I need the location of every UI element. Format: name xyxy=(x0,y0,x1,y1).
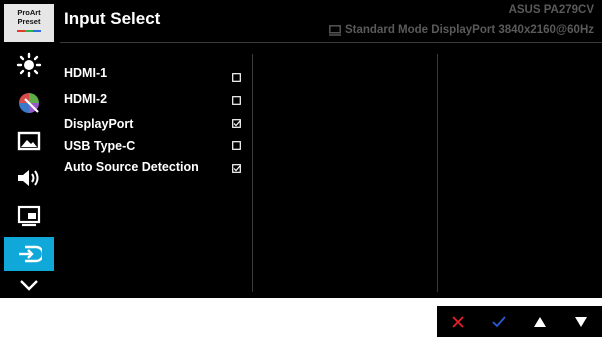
close-icon xyxy=(451,315,464,328)
sidebar-item-brightness[interactable] xyxy=(4,48,54,82)
status-line: Standard Mode DisplayPort 3840x2160@60Hz xyxy=(329,24,594,36)
option-label: HDMI-2 xyxy=(64,92,108,106)
option-hdmi-1[interactable]: HDMI-1 xyxy=(64,66,107,80)
header-divider xyxy=(60,42,602,43)
sidebar-item-input-select[interactable] xyxy=(4,237,54,271)
control-bar xyxy=(437,306,602,337)
down-button[interactable] xyxy=(560,306,601,337)
color-icon xyxy=(19,93,39,113)
pip-icon xyxy=(17,205,41,227)
option-displayport[interactable]: DisplayPort xyxy=(64,117,133,131)
osd-panel: ProArt Preset Input Select ASUS PA279CV … xyxy=(0,0,602,298)
checkbox-hdmi-2[interactable] xyxy=(232,96,241,105)
option-usb-type-c[interactable]: USB Type-C xyxy=(64,139,135,153)
preset-color-stripe xyxy=(17,30,41,32)
preset-label-line2: Preset xyxy=(17,17,41,26)
up-button[interactable] xyxy=(519,306,560,337)
preset-label-line1: ProArt xyxy=(17,8,41,17)
model-name: ASUS PA279CV xyxy=(508,4,594,16)
option-hdmi-2[interactable]: HDMI-2 xyxy=(64,92,107,106)
confirm-button[interactable] xyxy=(478,306,519,337)
triangle-up-icon xyxy=(533,316,546,327)
monitor-icon xyxy=(329,24,342,36)
input-select-icon xyxy=(19,245,42,263)
checkbox-displayport[interactable] xyxy=(232,119,241,128)
column-divider-1 xyxy=(252,54,253,292)
check-icon xyxy=(491,315,506,327)
image-icon xyxy=(17,131,41,151)
option-label: DisplayPort xyxy=(64,117,134,131)
column-divider-2 xyxy=(437,54,438,292)
option-auto-source-detection[interactable]: Auto Source Detection xyxy=(64,160,199,174)
triangle-down-icon xyxy=(574,316,587,327)
sidebar-item-sound[interactable] xyxy=(4,161,54,195)
sidebar-item-pip[interactable] xyxy=(4,199,54,233)
checkbox-auto-source-detection[interactable] xyxy=(232,164,241,173)
checkbox-hdmi-1[interactable] xyxy=(232,73,241,82)
checkbox-usb-type-c[interactable] xyxy=(232,141,241,150)
status-text: Standard Mode DisplayPort 3840x2160@60Hz xyxy=(345,24,594,36)
sidebar-item-image[interactable] xyxy=(4,124,54,158)
chevron-down-icon xyxy=(20,280,38,291)
option-label: USB Type-C xyxy=(64,139,136,153)
sidebar-item-color[interactable] xyxy=(4,86,54,120)
close-button[interactable] xyxy=(437,306,478,337)
proart-preset-tab[interactable]: ProArt Preset xyxy=(4,4,54,42)
sidebar: ProArt Preset xyxy=(0,0,58,298)
sound-icon xyxy=(18,170,39,186)
options-panel: HDMI-1 HDMI-2 DisplayPort USB Type-C Aut… xyxy=(60,44,602,298)
sidebar-scroll-down[interactable] xyxy=(4,272,54,298)
page-title: Input Select xyxy=(64,9,161,28)
option-label: HDMI-1 xyxy=(64,66,108,80)
header: Input Select ASUS PA279CV Standard Mode … xyxy=(60,0,602,42)
option-label: Auto Source Detection xyxy=(64,160,199,174)
brightness-icon xyxy=(16,52,42,78)
